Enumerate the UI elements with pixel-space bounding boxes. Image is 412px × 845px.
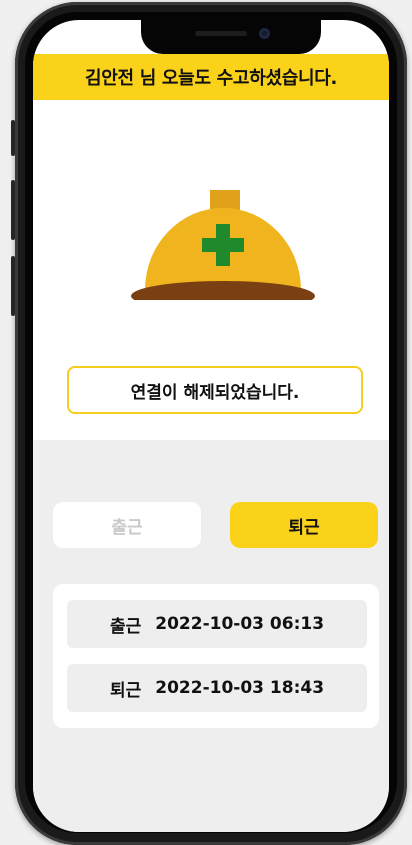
attendance-records: 출근 2022-10-03 06:13 퇴근 2022-10-03 18:43	[53, 584, 379, 728]
connection-status-text: 연결이 해제되었습니다.	[130, 382, 300, 403]
phone-frame: 김안전 님 오늘도 수고하셨습니다. 연결이 해제되었습니다. 출근 퇴근 출근	[15, 2, 407, 845]
record-time: 2022-10-03 18:43	[155, 678, 325, 698]
check-out-button[interactable]: 퇴근	[230, 502, 378, 548]
safety-helmet-icon	[131, 190, 315, 300]
attendance-panel: 출근 퇴근 출근 2022-10-03 06:13 퇴근 2022-10-03 …	[33, 440, 389, 832]
record-time: 2022-10-03 06:13	[155, 614, 325, 634]
record-label: 퇴근	[109, 680, 142, 701]
phone-notch	[141, 20, 321, 54]
greeting-banner: 김안전 님 오늘도 수고하셨습니다.	[33, 54, 389, 100]
speaker-grille	[195, 31, 247, 36]
device-mockup: 김안전 님 오늘도 수고하셨습니다. 연결이 해제되었습니다. 출근 퇴근 출근	[0, 0, 412, 845]
check-in-record: 출근 2022-10-03 06:13	[67, 600, 367, 648]
record-label: 출근	[109, 616, 142, 637]
greeting-text: 김안전 님 오늘도 수고하셨습니다.	[84, 68, 338, 89]
app-screen: 김안전 님 오늘도 수고하셨습니다. 연결이 해제되었습니다. 출근 퇴근 출근	[33, 20, 389, 832]
front-camera	[259, 28, 270, 39]
check-out-record: 퇴근 2022-10-03 18:43	[67, 664, 367, 712]
connection-status-box: 연결이 해제되었습니다.	[67, 366, 363, 414]
check-in-button[interactable]: 출근	[53, 502, 201, 548]
